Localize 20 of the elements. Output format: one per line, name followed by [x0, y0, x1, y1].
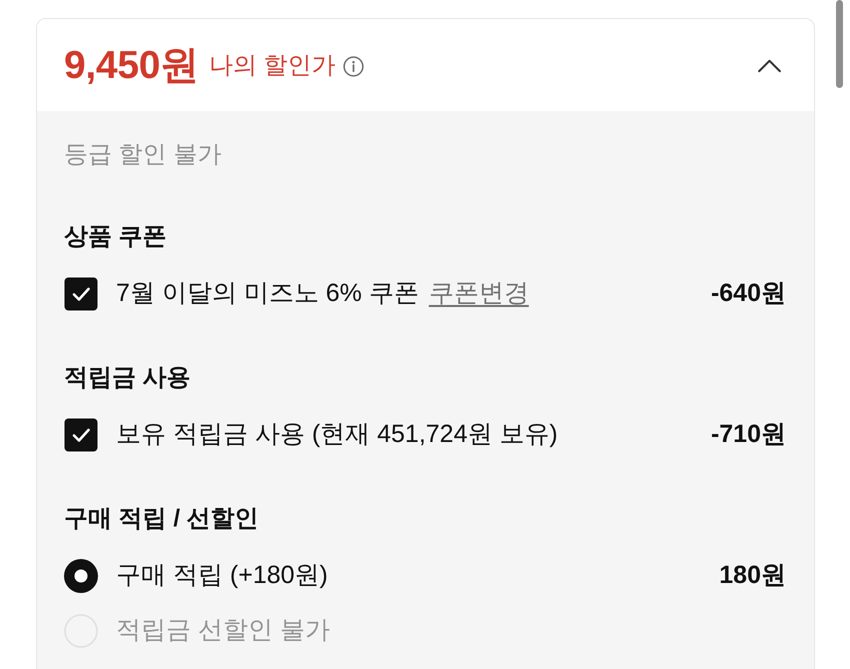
section-title: 적립금 사용	[64, 363, 192, 393]
section-title: 상품 쿠폰	[64, 222, 168, 252]
option-amount: -640원	[710, 278, 786, 310]
option-label: 보유 적립금 사용 (현재 451,724원 보유)	[116, 419, 558, 450]
option-label: 적립금 선할인 불가	[116, 615, 330, 646]
radio-button[interactable]	[64, 559, 98, 593]
scrollbar-thumb[interactable]	[836, 0, 843, 88]
option-amount: 180원	[719, 560, 786, 592]
checkbox[interactable]	[64, 418, 98, 452]
info-icon[interactable]	[343, 56, 364, 77]
change-coupon-link[interactable]: 쿠폰변경	[428, 275, 529, 313]
section-title: 구매 적립 / 선할인	[64, 504, 260, 534]
option-label: 7월 이달의 미즈노 6% 쿠폰	[116, 278, 419, 310]
discount-price: 9,450원	[64, 46, 199, 84]
discount-price-label: 나의 할인가	[208, 54, 336, 78]
option-label: 구매 적립 (+180원)	[116, 560, 328, 592]
checkbox[interactable]	[64, 277, 98, 311]
option-amount: -710원	[710, 419, 786, 450]
chevron-up-icon[interactable]	[757, 58, 782, 72]
grade-discount-note: 등급 할인 불가	[64, 140, 222, 170]
